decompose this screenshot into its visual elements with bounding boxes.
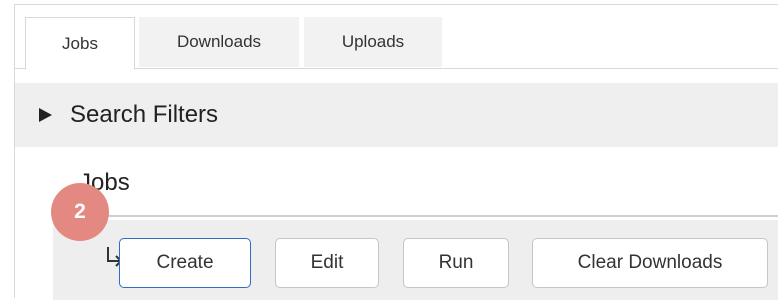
tab-downloads[interactable]: Downloads — [139, 17, 299, 67]
clear-downloads-button[interactable]: Clear Downloads — [532, 238, 768, 288]
caret-right-icon — [39, 108, 52, 122]
search-filters-label: Search Filters — [70, 101, 219, 128]
tab-jobs[interactable]: Jobs — [25, 17, 135, 70]
search-filters-toggle[interactable]: Search Filters — [15, 83, 778, 147]
run-button[interactable]: Run — [403, 238, 509, 288]
create-button[interactable]: Create — [119, 238, 251, 288]
tab-bar: Jobs Downloads Uploads — [15, 17, 778, 70]
edit-button[interactable]: Edit — [275, 238, 379, 288]
step-number-badge: 2 — [51, 183, 109, 241]
app-frame: Jobs Downloads Uploads Search Filters Jo… — [0, 0, 778, 300]
jobs-toolbar: Create Edit Run Clear Downloads — [53, 220, 778, 300]
tab-uploads[interactable]: Uploads — [304, 17, 442, 67]
jobs-panel: Jobs Downloads Uploads Search Filters Jo… — [14, 4, 778, 300]
section-divider — [53, 215, 778, 217]
